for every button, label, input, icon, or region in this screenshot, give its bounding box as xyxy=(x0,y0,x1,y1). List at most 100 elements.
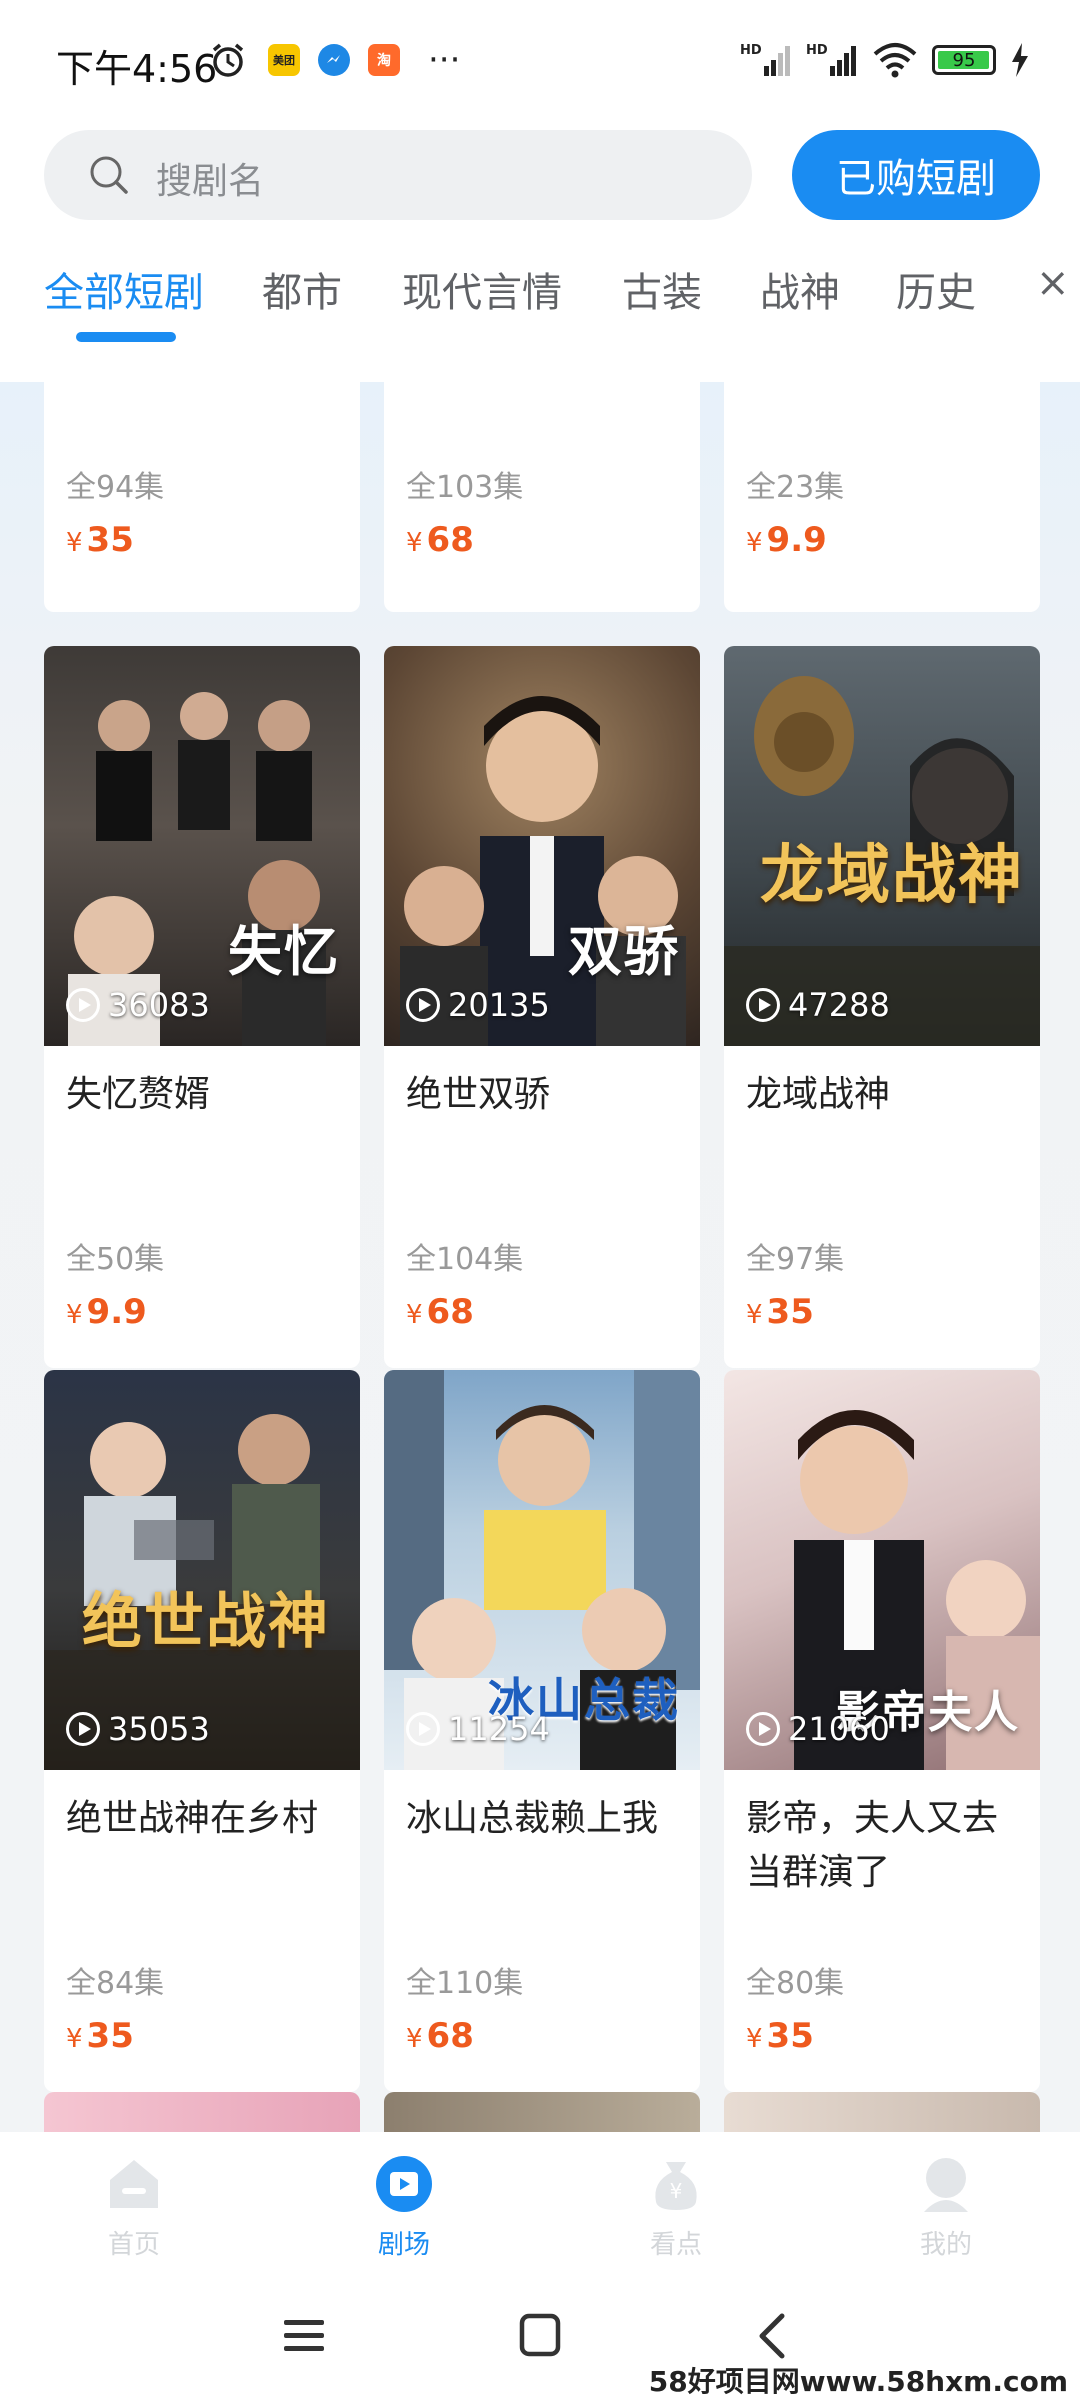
wifi-icon xyxy=(873,43,917,78)
nav-home[interactable]: 首页 xyxy=(74,2152,194,2261)
price: ¥68 xyxy=(406,520,474,560)
signal-icon: HD xyxy=(740,43,790,76)
svg-text:HD: HD xyxy=(740,43,762,58)
theater-icon xyxy=(376,2156,432,2212)
battery-icon: 95 xyxy=(932,45,996,75)
messenger-app-icon xyxy=(318,44,350,76)
status-bar: 下午4:56 美团 淘 ··· HD HD 95 xyxy=(0,0,1080,120)
price: ¥35 xyxy=(746,2016,814,2056)
price: ¥35 xyxy=(66,2016,134,2056)
price: ¥68 xyxy=(406,1292,474,1332)
charging-icon xyxy=(1012,43,1028,77)
tab-war-god[interactable]: 战神 xyxy=(760,260,840,318)
drama-card[interactable]: 双骄 20135 绝世双骄 全104集 ¥68 xyxy=(384,646,700,1368)
drama-poster[interactable]: 影帝夫人 21060 xyxy=(724,1370,1040,1770)
episode-count: 全97集 xyxy=(746,1242,845,1277)
poster-title: 龙域战神 xyxy=(760,839,1024,913)
signal-icon: HD xyxy=(806,43,856,76)
svg-text:HD: HD xyxy=(806,43,828,58)
drama-card[interactable]: 全23集 ¥9.9 xyxy=(724,382,1040,612)
tab-more[interactable]: × xyxy=(1036,260,1070,306)
drama-title: 龙域战神 xyxy=(746,1074,891,1115)
tab-modern-romance[interactable]: 现代言情 xyxy=(402,260,562,318)
nav-highlights[interactable]: ¥ 看点 xyxy=(616,2152,736,2261)
drama-poster[interactable] xyxy=(384,2092,700,2132)
alarm-icon xyxy=(212,43,244,77)
profile-icon xyxy=(924,2158,968,2212)
purchased-dramas-button[interactable]: 已购短剧 xyxy=(792,130,1040,220)
play-icon xyxy=(746,988,780,1022)
home-icon xyxy=(110,2160,158,2208)
search-placeholder: 搜剧名 xyxy=(156,161,265,202)
header: 搜剧名 已购短剧 全部短剧 都市 现代言情 古装 战神 历史 × xyxy=(0,120,1080,382)
drama-card[interactable]: 冰山总裁 11254 冰山总裁赖上我 全110集 ¥68 xyxy=(384,1370,700,2092)
drama-card[interactable]: 全94集 ¥35 xyxy=(44,382,360,612)
meituan-app-icon: 美团 xyxy=(268,44,300,76)
play-count: 36083 xyxy=(66,986,210,1024)
episode-count: 全94集 xyxy=(66,470,165,505)
episode-count: 全103集 xyxy=(406,470,524,505)
play-icon xyxy=(66,1712,100,1746)
drama-poster[interactable]: 失忆 36083 xyxy=(44,646,360,1046)
price: ¥68 xyxy=(406,2016,474,2056)
drama-title: 绝世战神在乡村 xyxy=(66,1798,319,1839)
svg-text:¥: ¥ xyxy=(670,2179,683,2203)
price: ¥35 xyxy=(66,520,134,560)
drama-card[interactable]: 绝世战神 35053 绝世战神在乡村 全84集 ¥35 xyxy=(44,1370,360,2092)
search-icon xyxy=(90,156,128,194)
money-bag-icon: ¥ xyxy=(655,2162,697,2210)
drama-card[interactable]: 影帝夫人 21060 影帝，夫人又去当群演了 全80集 ¥35 xyxy=(724,1370,1040,2092)
play-count: 21060 xyxy=(746,1710,890,1748)
drama-poster[interactable]: 绝世战神 35053 xyxy=(44,1370,360,1770)
episode-count: 全80集 xyxy=(746,1966,845,2001)
episode-count: 全104集 xyxy=(406,1242,524,1277)
episode-count: 全110集 xyxy=(406,1966,524,2001)
drama-card[interactable]: 龙域战神 47288 龙域战神 全97集 ¥35 xyxy=(724,646,1040,1368)
tab-city[interactable]: 都市 xyxy=(262,260,342,318)
drama-title: 冰山总裁赖上我 xyxy=(406,1798,659,1839)
price: ¥9.9 xyxy=(66,1292,147,1332)
drama-title: 影帝，夫人又去当群演了 xyxy=(746,1798,999,1893)
play-count: 35053 xyxy=(66,1710,210,1748)
play-icon xyxy=(406,988,440,1022)
tab-history[interactable]: 历史 xyxy=(896,260,976,318)
back-icon[interactable] xyxy=(746,2312,802,2360)
poster-title: 绝世战神 xyxy=(82,1587,330,1657)
menu-icon[interactable] xyxy=(278,2312,334,2360)
drama-poster[interactable]: 冰山总裁 11254 xyxy=(384,1370,700,1770)
price: ¥35 xyxy=(746,1292,814,1332)
drama-poster[interactable] xyxy=(724,2092,1040,2132)
home-square-icon[interactable] xyxy=(512,2312,568,2360)
bottom-navigation: 首页 剧场 ¥ 看点 我的 xyxy=(0,2132,1080,2272)
drama-list[interactable]: 全94集 ¥35 全103集 ¥68 全23集 ¥9.9 失忆 36083 失忆… xyxy=(0,382,1080,2132)
drama-title: 失忆赘婿 xyxy=(66,1074,211,1115)
taobao-app-icon: 淘 xyxy=(368,44,400,76)
price: ¥9.9 xyxy=(746,520,827,560)
drama-poster[interactable]: 龙域战神 47288 xyxy=(724,646,1040,1046)
more-notifications-icon: ··· xyxy=(428,40,461,80)
play-icon xyxy=(746,1712,780,1746)
tab-all[interactable]: 全部短剧 xyxy=(44,260,204,318)
play-icon xyxy=(406,1712,440,1746)
play-count: 20135 xyxy=(406,986,550,1024)
battery-level: 95 xyxy=(952,49,976,71)
search-input[interactable]: 搜剧名 xyxy=(44,130,752,220)
status-time: 下午4:56 xyxy=(56,47,218,91)
episode-count: 全23集 xyxy=(746,470,845,505)
drama-card[interactable]: 失忆 36083 失忆赘婿 全50集 ¥9.9 xyxy=(44,646,360,1368)
poster-title: 失忆 xyxy=(228,920,340,983)
episode-count: 全84集 xyxy=(66,1966,165,2001)
nav-profile[interactable]: 我的 xyxy=(886,2152,1006,2261)
play-count: 11254 xyxy=(406,1710,550,1748)
drama-title: 绝世双骄 xyxy=(406,1074,551,1115)
drama-poster[interactable] xyxy=(44,2092,360,2132)
drama-card[interactable]: 全103集 ¥68 xyxy=(384,382,700,612)
category-tabs: 全部短剧 都市 现代言情 古装 战神 历史 × xyxy=(0,260,1080,340)
drama-poster[interactable]: 双骄 20135 xyxy=(384,646,700,1046)
play-icon xyxy=(66,988,100,1022)
episode-count: 全50集 xyxy=(66,1242,165,1277)
poster-title: 双骄 xyxy=(568,920,680,983)
nav-theater[interactable]: 剧场 xyxy=(344,2152,464,2261)
watermark: 58好项目网www.58hxm.com xyxy=(648,2365,1068,2398)
tab-costume[interactable]: 古装 xyxy=(622,260,702,318)
